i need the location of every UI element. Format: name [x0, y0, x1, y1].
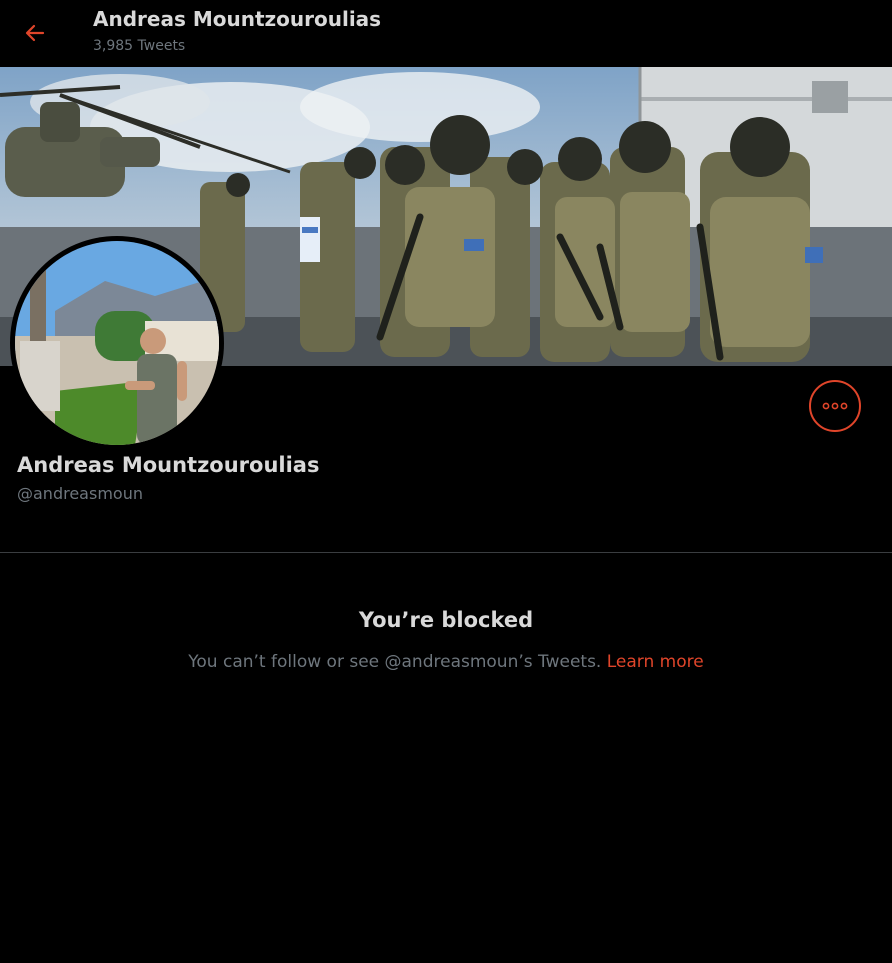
top-bar: Andreas Mountzouroulias 3,985 Tweets	[0, 0, 892, 66]
profile-handle: @andreasmoun	[17, 484, 143, 503]
profile-name: Andreas Mountzouroulias	[17, 453, 320, 477]
back-button[interactable]	[14, 12, 56, 54]
blocked-title: You’re blocked	[358, 608, 534, 632]
blocked-message-row: You can’t follow or see @andreasmoun’s T…	[0, 652, 892, 672]
tweet-count: 3,985 Tweets	[93, 38, 186, 54]
avatar-photo	[15, 241, 219, 445]
profile-avatar[interactable]	[10, 236, 224, 450]
blocked-message: You can’t follow or see @andreasmoun’s T…	[188, 652, 602, 672]
arrow-left-icon	[25, 24, 45, 42]
header-title: Andreas Mountzouroulias	[93, 7, 382, 31]
learn-more-link[interactable]: Learn more	[607, 652, 704, 672]
section-divider	[0, 552, 892, 553]
more-options-button[interactable]	[809, 380, 861, 432]
more-horizontal-icon	[822, 402, 848, 410]
